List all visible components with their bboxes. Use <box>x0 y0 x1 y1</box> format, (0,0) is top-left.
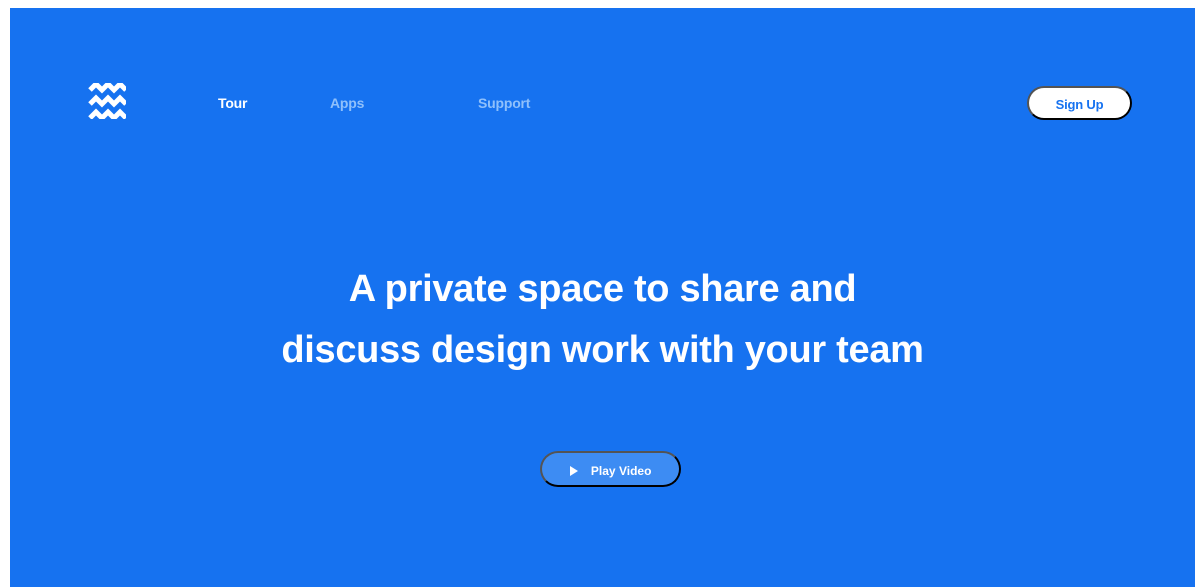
nav-tour-link[interactable]: Tour <box>218 95 247 111</box>
play-video-label: Play Video <box>590 464 652 478</box>
headline-line-2: discuss design work with your team <box>281 329 924 371</box>
play-video-button[interactable]: Play Video <box>540 451 681 487</box>
headline-line-1: A private space to share and <box>348 268 857 310</box>
play-icon <box>569 466 578 476</box>
nav-apps-link[interactable]: Apps <box>330 95 364 111</box>
nav-support-link[interactable]: Support <box>478 95 530 111</box>
hero-headline: A private space to share and discuss des… <box>10 259 1195 381</box>
hero-section: Tour Apps Support Sign Up A private spac… <box>10 8 1195 587</box>
wave-logo-icon[interactable] <box>88 83 126 119</box>
signup-button[interactable]: Sign Up <box>1027 86 1132 120</box>
